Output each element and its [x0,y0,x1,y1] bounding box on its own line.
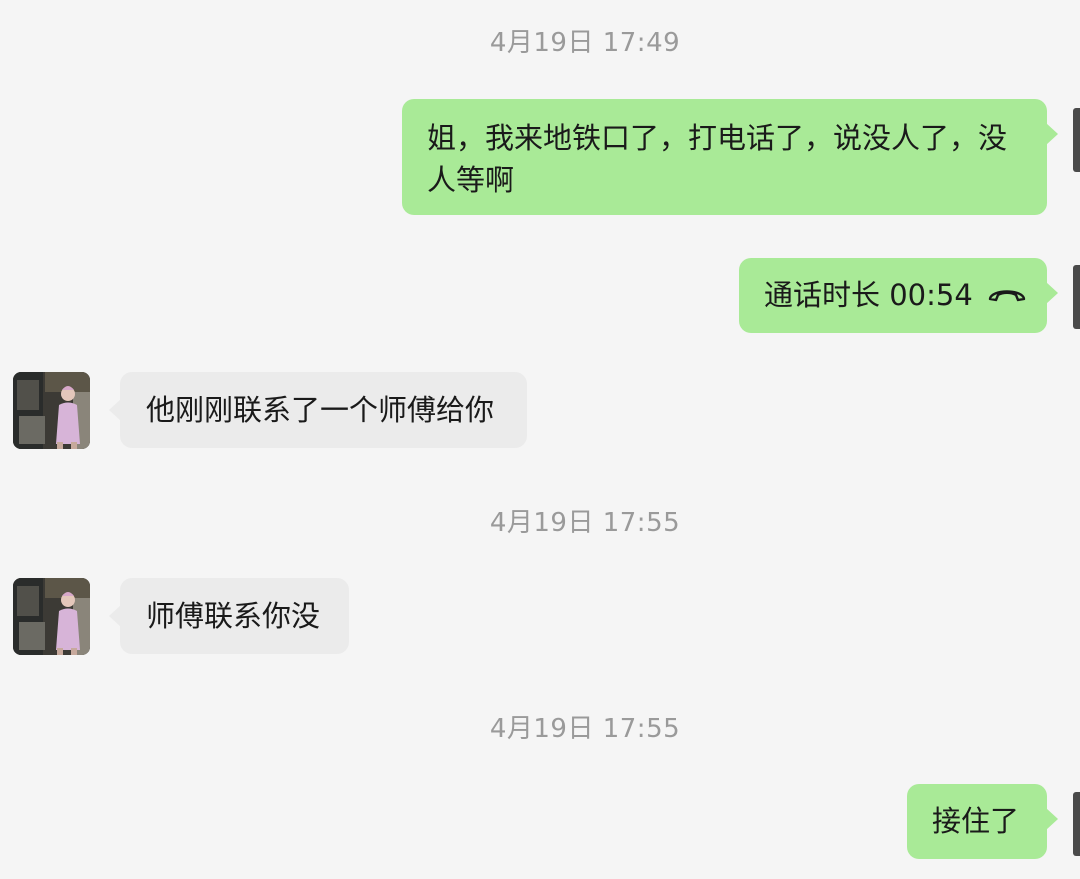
call-record-bubble[interactable]: 通话时长 00:54 [739,258,1058,333]
message-text-line: 姐，我来地铁口了，打电话了，说没人了，没 [427,121,1008,155]
message-text-line: 人等啊 [427,163,515,197]
outgoing-message-bubble[interactable]: 接住了 [907,784,1058,859]
phone-hangup-icon [987,273,1027,315]
timestamp: 4月19日 17:55 [489,714,681,744]
outgoing-message-bubble[interactable]: 姐，我来地铁口了，打电话了，说没人了，没 人等啊 [402,99,1058,215]
message-text: 他刚刚联系了一个师傅给你 [146,393,495,427]
incoming-message-bubble[interactable]: 他刚刚联系了一个师傅给你 [109,372,527,448]
self-avatar[interactable] [1073,792,1080,856]
message-text: 接住了 [932,804,1020,838]
message-text: 师傅联系你没 [146,599,321,633]
timestamp: 4月19日 17:55 [489,508,681,538]
contact-avatar[interactable] [13,372,90,449]
timestamp: 4月19日 17:49 [489,28,681,58]
self-avatar[interactable] [1073,108,1080,172]
incoming-message-bubble[interactable]: 师傅联系你没 [109,578,349,654]
call-duration-text: 通话时长 00:54 [764,278,973,312]
self-avatar[interactable] [1073,265,1080,329]
contact-avatar[interactable] [13,578,90,655]
